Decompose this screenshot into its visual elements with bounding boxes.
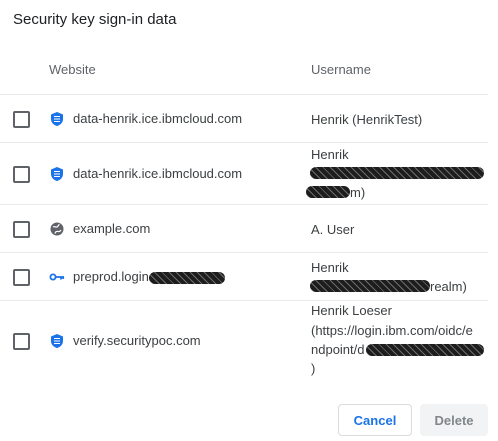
row-checkbox[interactable] [13, 333, 30, 350]
row-site: data-henrik.ice.ibmcloud.com [73, 166, 243, 181]
redaction-scribble [310, 167, 484, 179]
shield-icon [51, 334, 63, 348]
table-row: data-henrik.ice.ibmcloud.com Henrik m) [0, 142, 488, 205]
dialog-title: Security key sign-in data [13, 11, 177, 28]
shield-icon [51, 167, 63, 181]
row-username: Henrik (HenrikTest) [311, 112, 423, 127]
row-username: A. User [311, 222, 355, 237]
redaction-scribble [149, 272, 225, 284]
table-row: preprod.login Henrik realm) [0, 252, 488, 301]
table-row: example.com A. User [0, 204, 488, 253]
row-username-line: (https://login.ibm.com/oidc/e [311, 323, 473, 338]
row-username-line: Henrik [311, 147, 349, 162]
website-column-header: Website [49, 62, 96, 77]
cancel-button[interactable]: Cancel [338, 404, 412, 436]
redaction-scribble [366, 344, 484, 356]
redaction-scribble [310, 280, 430, 292]
row-checkbox[interactable] [13, 166, 30, 183]
row-username-line: Henrik [311, 260, 349, 275]
security-key-dialog: Security key sign-in data Website Userna… [0, 0, 498, 441]
row-site: verify.securitypoc.com [73, 333, 201, 348]
row-site: example.com [73, 221, 151, 236]
globe-icon [50, 222, 64, 236]
row-username-line: ) [311, 361, 316, 376]
row-username-tail: m) [350, 185, 366, 200]
delete-button[interactable]: Delete [420, 404, 488, 436]
row-checkbox[interactable] [13, 111, 30, 128]
shield-icon [51, 112, 63, 126]
key-icon [49, 273, 65, 281]
row-site: preprod.login [73, 269, 149, 284]
table-row: verify.securitypoc.com Henrik Loeser (ht… [0, 300, 488, 387]
row-checkbox[interactable] [13, 221, 30, 238]
row-username-line: Henrik Loeser [311, 303, 392, 318]
table-row: data-henrik.ice.ibmcloud.com Henrik (Hen… [0, 94, 488, 143]
row-username-tail: realm) [430, 279, 467, 294]
row-site: data-henrik.ice.ibmcloud.com [73, 111, 243, 126]
username-column-header: Username [311, 62, 371, 77]
row-checkbox[interactable] [13, 269, 30, 286]
row-username-line: ndpoint/d [311, 342, 365, 357]
redaction-scribble [306, 186, 350, 198]
